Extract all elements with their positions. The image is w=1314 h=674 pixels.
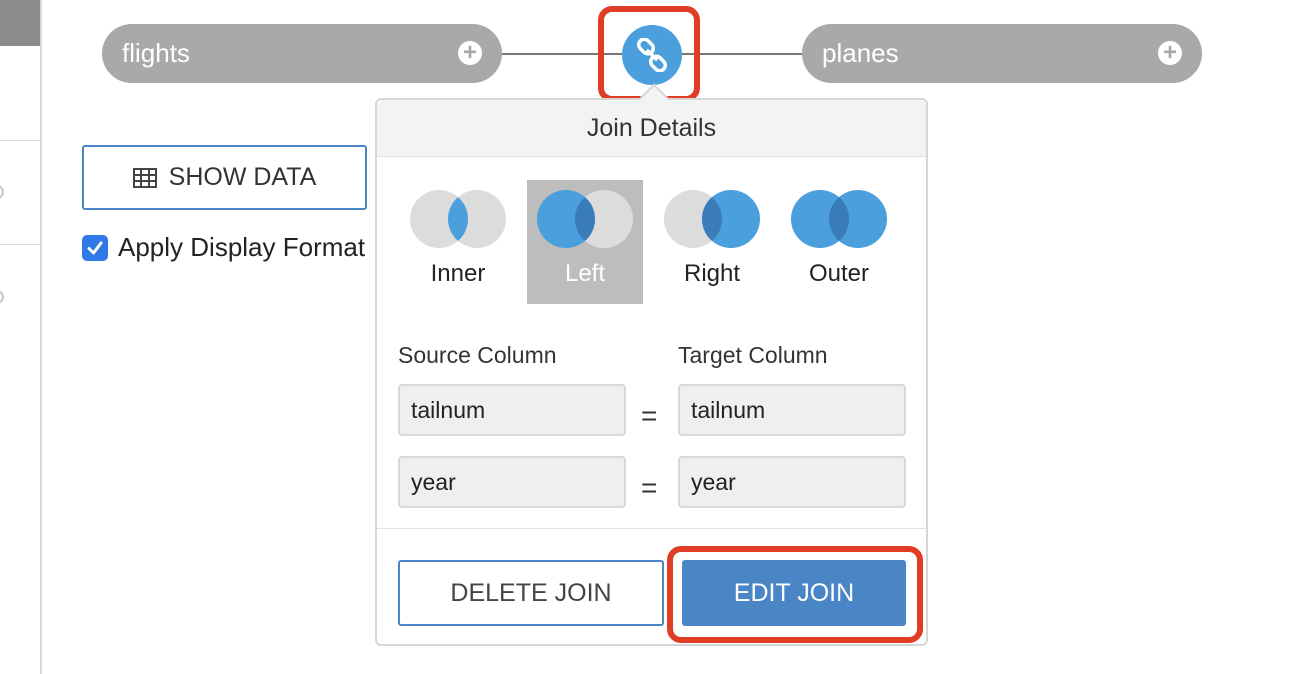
target-column-label: Target Column xyxy=(678,342,828,368)
sidebar-divider xyxy=(0,244,40,245)
sidebar-divider xyxy=(0,140,40,141)
target-column-select[interactable]: tailnum xyxy=(678,384,906,436)
join-type-inner[interactable]: Inner xyxy=(400,180,516,304)
sidebar-handle[interactable] xyxy=(0,185,4,199)
check-icon xyxy=(87,241,103,254)
join-details-popover: Join Details Inner Left Right Outer Sour… xyxy=(375,83,928,646)
join-type-label: Left xyxy=(564,260,606,287)
sidebar-handle[interactable] xyxy=(0,290,4,304)
source-column-label: Source Column xyxy=(398,342,557,368)
source-column-value: year xyxy=(411,468,456,495)
equals-operator: = xyxy=(641,400,658,431)
venn-left-icon xyxy=(537,190,633,248)
popover-title: Join Details xyxy=(377,100,926,157)
table-grid-icon xyxy=(132,167,157,188)
target-column-value: tailnum xyxy=(691,396,766,423)
table-pill-flights[interactable]: flights + xyxy=(102,24,502,83)
delete-join-button[interactable]: DELETE JOIN xyxy=(398,560,664,626)
join-type-label: Right xyxy=(683,260,741,287)
join-type-label: Outer xyxy=(808,260,870,287)
target-column-select[interactable]: year xyxy=(678,456,906,508)
sidebar-top-block[interactable] xyxy=(0,0,40,46)
plus-circle-icon[interactable]: + xyxy=(1158,41,1182,65)
apply-display-format-checkbox[interactable] xyxy=(82,234,108,261)
left-sidebar-strip xyxy=(0,0,42,674)
source-column-select[interactable]: year xyxy=(398,456,626,508)
table-name: planes xyxy=(822,38,899,68)
source-column-select[interactable]: tailnum xyxy=(398,384,626,436)
source-column-value: tailnum xyxy=(411,396,486,423)
equals-operator: = xyxy=(641,472,658,503)
join-type-label: Inner xyxy=(430,260,486,287)
venn-outer-icon xyxy=(791,190,887,248)
table-pill-planes[interactable]: planes + xyxy=(802,24,1202,83)
join-type-outer[interactable]: Outer xyxy=(781,180,897,304)
target-column-value: year xyxy=(691,468,736,495)
chain-link-icon xyxy=(636,38,668,72)
plus-circle-icon[interactable]: + xyxy=(458,41,482,65)
apply-display-format-option[interactable]: Apply Display Format xyxy=(82,232,365,263)
edit-join-button[interactable]: EDIT JOIN xyxy=(682,560,906,626)
table-name: flights xyxy=(122,38,190,68)
join-link-button[interactable] xyxy=(622,25,682,85)
popover-divider xyxy=(377,528,926,529)
show-data-label: SHOW DATA xyxy=(168,163,317,191)
apply-display-format-label: Apply Display Format xyxy=(118,232,366,262)
venn-inner-icon xyxy=(410,190,506,248)
join-connector-line xyxy=(682,53,802,55)
join-type-left[interactable]: Left xyxy=(527,180,643,304)
show-data-button[interactable]: SHOW DATA xyxy=(82,145,367,210)
join-type-right[interactable]: Right xyxy=(654,180,770,304)
venn-right-icon xyxy=(664,190,760,248)
